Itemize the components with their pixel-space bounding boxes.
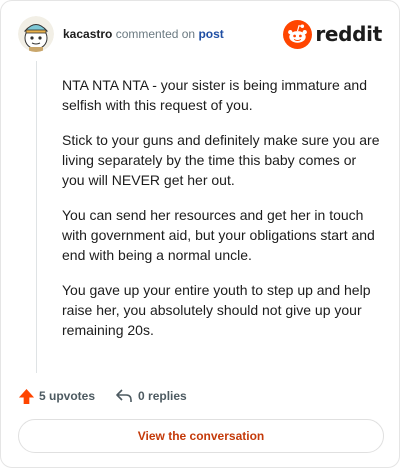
upvote-arrow-icon[interactable] (18, 388, 35, 405)
reply-label: 0 replies (138, 389, 187, 403)
snoo-avatar-icon[interactable] (18, 16, 54, 52)
reddit-brand[interactable]: reddit (283, 19, 382, 49)
comment-paragraph: You gave up your entire youth to step up… (62, 282, 371, 338)
comment-body: NTA NTA NTA - your sister is being immat… (62, 75, 380, 355)
comment-paragraph: You can send her resources and get her i… (62, 207, 375, 263)
reply-count[interactable]: 0 replies (115, 388, 187, 404)
comment-paragraph: Stick to your guns and definitely make s… (62, 132, 380, 188)
thread-line (36, 61, 37, 373)
action-text: commented on (115, 27, 196, 41)
username[interactable]: kacastro (63, 27, 112, 41)
view-conversation-button[interactable]: View the conversation (18, 419, 384, 453)
post-link[interactable]: post (198, 27, 223, 41)
comment-header: kacastro commented on post reddit (18, 16, 382, 52)
comment-paragraph: NTA NTA NTA - your sister is being immat… (62, 77, 367, 113)
reddit-logo-icon (283, 19, 313, 49)
comment-meta: kacastro commented on post (63, 27, 224, 41)
reddit-wordmark: reddit (315, 22, 382, 46)
comment-card: kacastro commented on post reddit NTA NT… (0, 0, 400, 468)
upvote-label: 5 upvotes (39, 389, 96, 403)
comment-stats: 5 upvotes 0 replies (18, 385, 382, 407)
upvote-count[interactable]: 5 upvotes (18, 388, 95, 405)
reply-arrow-icon[interactable] (115, 388, 133, 404)
